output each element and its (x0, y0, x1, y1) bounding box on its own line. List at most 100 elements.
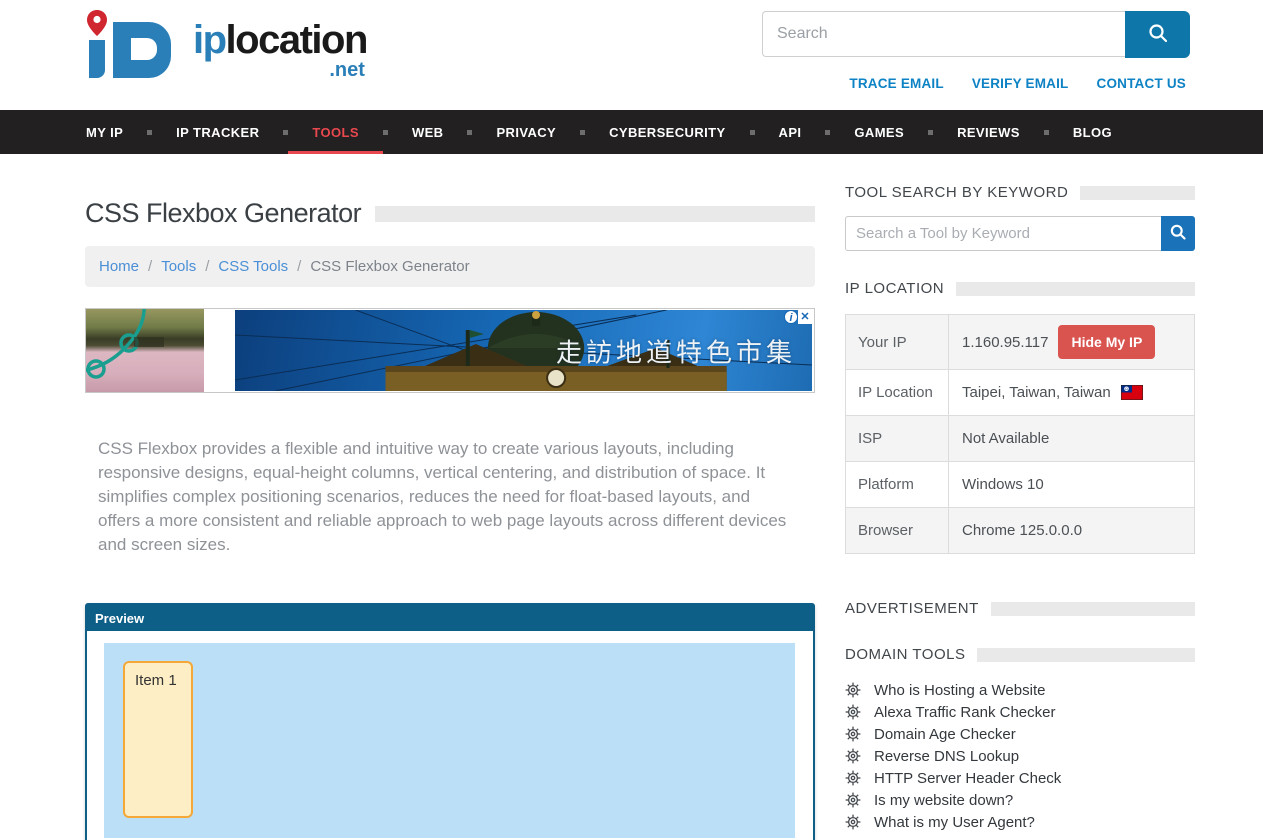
ip-row-label-isp: ISP (846, 416, 949, 461)
domain-tool-label: What is my User Agent? (874, 814, 1035, 831)
nav-separator-square (825, 130, 830, 135)
search-button[interactable] (1125, 11, 1190, 58)
ip-value-text: Taipei, Taiwan, Taiwan (962, 384, 1111, 401)
flex-preview-item[interactable]: Item 1 (123, 661, 193, 818)
logo-tld-text: .net (329, 60, 365, 80)
taiwan-flag (1121, 385, 1143, 400)
gear-icon (845, 814, 861, 830)
ip-location-heading-text: IP LOCATION (845, 280, 944, 297)
logo-pin-icon (75, 6, 187, 95)
heading-decoration-bar (991, 602, 1195, 616)
domain-tools-heading-text: DOMAIN TOOLS (845, 646, 965, 663)
domain-tool-label: Who is Hosting a Website (874, 682, 1045, 699)
advertisement-heading-text: ADVERTISEMENT (845, 600, 979, 617)
ad-close-icon[interactable]: ✕ (798, 310, 812, 324)
header-link-verify-email[interactable]: VERIFY EMAIL (972, 76, 1069, 91)
breadcrumb-separator: / (148, 258, 152, 275)
ip-row-value-your-ip: 1.160.95.117 Hide My IP (949, 315, 1194, 369)
hide-my-ip-button[interactable]: Hide My IP (1058, 325, 1155, 359)
tool-search-heading: TOOL SEARCH BY KEYWORD (845, 184, 1195, 201)
ip-row-label-browser: Browser (846, 508, 949, 553)
search-input[interactable] (762, 11, 1125, 57)
preview-panel: Preview Item 1 (85, 603, 815, 840)
breadcrumb-tools[interactable]: Tools (161, 258, 196, 275)
gear-icon (845, 748, 861, 764)
logo-location-text: location (226, 18, 367, 62)
gear-icon (845, 792, 861, 808)
main-nav: MY IP IP TRACKER TOOLS WEB PRIVACY CYBERSECUR… (0, 110, 1263, 154)
domain-tool-link-reverse-dns-lookup[interactable]: Reverse DNS Lookup (845, 745, 1195, 767)
ip-table-row: PlatformWindows 10 (846, 462, 1194, 508)
page: iplocation .net TRACE EMAIL VERIFY EMAIL C… (0, 0, 1263, 840)
page-title: CSS Flexbox Generator (85, 198, 361, 229)
domain-tool-link-alexa-traffic-rank-checker[interactable]: Alexa Traffic Rank Checker (845, 701, 1195, 723)
ip-table-row: ISPNot Available (846, 416, 1194, 462)
ip-table-row: Browser Chrome 125.0.0.0 (846, 508, 1194, 554)
ip-info-table: Your IP1.160.95.117Hide My IPIP Location… (845, 314, 1195, 554)
domain-tool-link-what-is-my-user-agent[interactable]: What is my User Agent? (845, 811, 1195, 833)
header-links: TRACE EMAIL VERIFY EMAIL CONTACT US (849, 76, 1186, 91)
domain-tools-list: Who is Hosting a Website Alexa Traffic Ra… (845, 679, 1195, 833)
ip-table-row: Your IP1.160.95.117Hide My IP (846, 315, 1194, 370)
nav-item-tools[interactable]: TOOLS (312, 110, 359, 154)
ad-badges: i ✕ (784, 310, 812, 324)
nav-item-ip-tracker[interactable]: IP TRACKER (176, 110, 259, 154)
domain-tool-link-domain-age-checker[interactable]: Domain Age Checker (845, 723, 1195, 745)
nav-item-blog[interactable]: BLOG (1073, 110, 1112, 154)
nav-item-my-ip[interactable]: MY IP (86, 110, 123, 154)
preview-panel-body: Item 1 (87, 631, 813, 840)
domain-tool-link-http-server-header-check[interactable]: HTTP Server Header Check (845, 767, 1195, 789)
nav-separator-square (467, 130, 472, 135)
ad-info-icon[interactable]: i (784, 310, 798, 324)
ad-left-image (86, 309, 204, 392)
ip-row-value-ip-location: Taipei, Taiwan, Taiwan (949, 370, 1194, 415)
nav-separator-square (1044, 130, 1049, 135)
domain-tool-link-who-is-hosting-a-website[interactable]: Who is Hosting a Website (845, 679, 1195, 701)
tool-search-input[interactable] (845, 216, 1161, 251)
ip-row-label-ip-location: IP Location (846, 370, 949, 415)
breadcrumb-separator: / (297, 258, 301, 275)
header-link-trace-email[interactable]: TRACE EMAIL (849, 76, 943, 91)
ip-location-heading: IP LOCATION (845, 280, 1195, 297)
nav-separator-square (928, 130, 933, 135)
title-decoration-bar (375, 206, 815, 222)
breadcrumb-separator: / (205, 258, 209, 275)
nav-item-reviews[interactable]: REVIEWS (957, 110, 1020, 154)
ip-value-text: Chrome 125.0.0.0 (962, 522, 1082, 539)
breadcrumb-css-flexbox-generator: CSS Flexbox Generator (310, 258, 469, 275)
ad-banner[interactable]: 走訪地道特色市集 i ✕ (85, 308, 815, 393)
ip-row-value-browser: Chrome 125.0.0.0 (949, 508, 1194, 553)
nav-separator-square (283, 130, 288, 135)
gear-icon (845, 682, 861, 698)
nav-item-games[interactable]: GAMES (854, 110, 904, 154)
domain-tools-heading: DOMAIN TOOLS (845, 646, 1195, 663)
nav-item-privacy[interactable]: PRIVACY (496, 110, 556, 154)
ip-table-row: IP Location Taipei, Taiwan, Taiwan (846, 370, 1194, 416)
nav-separator-square (750, 130, 755, 135)
gear-icon (845, 770, 861, 786)
ip-value-text: 1.160.95.117 (962, 334, 1048, 351)
heading-decoration-bar (1080, 186, 1195, 200)
logo-ip-text: ip (193, 18, 226, 62)
search-icon (1147, 22, 1169, 47)
advertisement-heading: ADVERTISEMENT (845, 600, 1195, 617)
tool-search-button[interactable] (1161, 216, 1195, 251)
header-link-contact-us[interactable]: CONTACT US (1097, 76, 1187, 91)
breadcrumb: Home / Tools / CSS Tools / CSS Flexbox Generat… (85, 246, 815, 287)
breadcrumb-css-tools[interactable]: CSS Tools (218, 258, 288, 275)
nav-item-web[interactable]: WEB (412, 110, 444, 154)
domain-tool-label: Alexa Traffic Rank Checker (874, 704, 1055, 721)
domain-tool-label: Is my website down? (874, 792, 1013, 809)
domain-tool-link-is-my-website-down[interactable]: Is my website down? (845, 789, 1195, 811)
site-logo[interactable]: iplocation .net (75, 6, 367, 95)
flexbox-preview-container: Item 1 (104, 643, 795, 838)
domain-tool-label: Domain Age Checker (874, 726, 1016, 743)
nav-item-api[interactable]: API (779, 110, 802, 154)
search-icon (1169, 223, 1187, 244)
tool-search-heading-text: TOOL SEARCH BY KEYWORD (845, 184, 1068, 201)
nav-item-cybersecurity[interactable]: CYBERSECURITY (609, 110, 725, 154)
title-row: CSS Flexbox Generator (85, 198, 815, 229)
sidebar: TOOL SEARCH BY KEYWORD IP LOCATION Your … (845, 154, 1195, 833)
breadcrumb-home[interactable]: Home (99, 258, 139, 275)
header-search (762, 11, 1190, 58)
